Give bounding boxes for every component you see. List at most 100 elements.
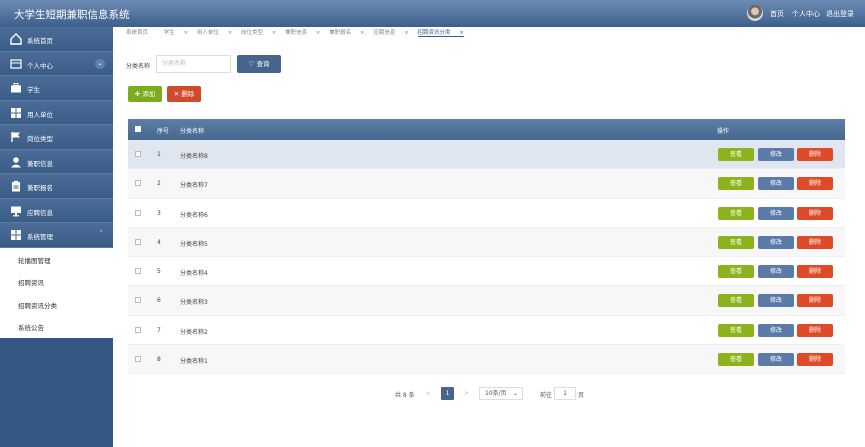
sidebar-subitem-carousel[interactable]: 轮播图管理 — [0, 247, 113, 270]
view-button[interactable]: 查看 — [718, 353, 754, 367]
sidebar-item-signup[interactable]: 兼职报名 — [0, 174, 113, 199]
row-index: 1 — [157, 151, 161, 158]
row-name: 分类名称1 — [180, 358, 208, 366]
table-row[interactable]: 1 分类名称8 查看 修改 删除 — [128, 140, 845, 170]
row-delete-button[interactable]: 删除 — [797, 323, 833, 337]
edit-button[interactable]: 修改 — [758, 148, 794, 161]
table-row[interactable]: 4 分类名称5 查看 修改 删除 — [128, 227, 845, 258]
row-delete-button[interactable]: 删除 — [797, 294, 833, 308]
chevron-up-icon[interactable]: ˆ — [100, 230, 104, 238]
tab-signup[interactable]: 兼职报名 × — [329, 30, 364, 36]
view-button[interactable]: 查看 — [718, 235, 754, 249]
page-size-value: 10条/页 — [485, 390, 507, 397]
search-label: 分类名称 — [126, 63, 151, 70]
edit-button[interactable]: 修改 — [758, 294, 794, 308]
pager-current-page[interactable]: 1 — [441, 387, 454, 400]
row-checkbox[interactable] — [135, 209, 141, 216]
row-checkbox[interactable] — [135, 180, 141, 187]
tab-student[interactable]: 学生 × — [164, 30, 188, 36]
add-button[interactable]: ✚ 添加 — [128, 86, 162, 102]
nav-profile-link[interactable]: 个人中心 — [792, 9, 820, 19]
edit-button[interactable]: 修改 — [758, 265, 794, 279]
header-index: 序号 — [157, 128, 170, 135]
sidebar-item-label: 学生 — [27, 86, 40, 94]
view-button[interactable]: 查看 — [718, 265, 754, 279]
table-row[interactable]: 6 分类名称3 查看 修改 删除 — [128, 286, 845, 316]
table-row[interactable]: 7 分类名称2 查看 修改 删除 — [128, 316, 845, 346]
row-delete-button[interactable]: 删除 — [797, 206, 833, 220]
tab-employer[interactable]: 用人单位 × — [197, 30, 232, 36]
pager-goto-label: 前往 — [540, 392, 553, 399]
page-size-select[interactable]: 10条/页 ⌄ — [479, 387, 523, 400]
sidebar-subitem-news[interactable]: 招聘资讯 — [0, 270, 113, 293]
tab-job-type[interactable]: 岗位类型 × — [241, 30, 276, 36]
table-row[interactable]: 5 分类名称4 查看 修改 删除 — [128, 257, 845, 287]
sidebar-subitem-label: 轮播图管理 — [18, 256, 51, 265]
edit-button[interactable]: 修改 — [758, 323, 794, 337]
row-checkbox[interactable] — [135, 326, 141, 333]
select-all-checkbox[interactable] — [135, 126, 141, 132]
tab-label: 系统首页 — [126, 30, 149, 36]
pager-goto-input[interactable]: 1 — [554, 387, 576, 400]
sidebar-item-job-type[interactable]: 岗位类型 — [0, 125, 113, 150]
row-delete-button[interactable]: 删除 — [797, 177, 833, 191]
row-delete-button[interactable]: 删除 — [797, 148, 833, 161]
row-name: 分类名称2 — [180, 328, 208, 336]
view-button[interactable]: 查看 — [718, 294, 754, 308]
row-checkbox[interactable] — [135, 268, 141, 275]
nav-logout-link[interactable]: 退出登录 — [826, 9, 854, 19]
sidebar-item-student[interactable]: 学生 — [0, 76, 113, 101]
data-table: 序号 分类名称 操作 1 分类名称8 查看 修改 删除 2 分类名称7 查看 修改 删除 3 分类名称… — [128, 119, 845, 375]
search-button[interactable]: ♡ 查询 — [237, 55, 281, 73]
tab-news-category[interactable]: 招聘资讯分类 × — [417, 30, 464, 37]
view-button[interactable]: 查看 — [718, 206, 754, 220]
row-name: 分类名称6 — [180, 211, 208, 219]
sidebar-item-employer[interactable]: 用人单位 — [0, 100, 113, 125]
edit-button[interactable]: 修改 — [758, 177, 794, 191]
edit-button[interactable]: 修改 — [758, 235, 794, 249]
pager-prev[interactable]: < — [426, 390, 431, 397]
pager-next[interactable]: > — [464, 390, 469, 397]
search-input[interactable] — [156, 55, 231, 73]
sidebar-subitem-news-category[interactable]: 招聘资讯分类 — [0, 292, 113, 315]
edit-button[interactable]: 修改 — [758, 206, 794, 220]
edit-button[interactable]: 修改 — [758, 353, 794, 367]
table-row[interactable]: 3 分类名称6 查看 修改 删除 — [128, 199, 845, 228]
row-checkbox[interactable] — [135, 151, 141, 157]
table-row[interactable]: 2 分类名称7 查看 修改 删除 — [128, 169, 845, 199]
sidebar-item-label: 系统管理 — [27, 233, 53, 241]
tab-part-time[interactable]: 兼职信息 × — [285, 30, 320, 36]
sidebar-item-part-time[interactable]: 兼职信息 — [0, 149, 113, 174]
plus-icon: ✚ — [134, 90, 141, 98]
tab-label: 兼职报名 — [329, 30, 352, 36]
sidebar-item-application[interactable]: 应聘信息 — [0, 198, 113, 223]
search-button-label: 查询 — [256, 60, 270, 68]
row-delete-button[interactable]: 删除 — [797, 353, 833, 367]
chevron-down-icon[interactable]: ⌄ — [95, 58, 105, 69]
tab-application[interactable]: 应聘信息 × — [373, 30, 408, 36]
avatar[interactable] — [747, 5, 763, 21]
row-checkbox[interactable] — [135, 297, 141, 304]
row-index: 3 — [157, 209, 161, 217]
sidebar-item-system[interactable]: 系统管理 ˆ — [0, 223, 113, 248]
row-checkbox[interactable] — [135, 238, 141, 245]
sidebar-subitem-notice[interactable]: 系统公告 — [0, 315, 113, 338]
view-button[interactable]: 查看 — [718, 148, 754, 161]
table-row[interactable]: 8 分类名称1 查看 修改 删除 — [128, 345, 845, 375]
row-name: 分类名称4 — [180, 270, 208, 278]
add-button-label: 添加 — [142, 90, 156, 98]
view-button[interactable]: 查看 — [718, 177, 754, 191]
view-button[interactable]: 查看 — [718, 323, 754, 337]
delete-button[interactable]: ✕ 删除 — [167, 86, 201, 102]
row-delete-button[interactable]: 删除 — [797, 265, 833, 279]
nav-home-link[interactable]: 首页 — [770, 9, 784, 19]
sidebar-item-profile[interactable]: 个人中心 ⌄ — [0, 51, 113, 76]
sidebar-item-label: 岗位类型 — [27, 135, 53, 143]
briefcase-icon — [11, 83, 21, 93]
tab-home[interactable]: 系统首页 — [126, 30, 155, 36]
row-checkbox[interactable] — [135, 356, 141, 363]
header-ops: 操作 — [717, 128, 730, 135]
row-delete-button[interactable]: 删除 — [797, 235, 833, 249]
sidebar-item-home[interactable]: 系统首页 — [0, 27, 113, 52]
sidebar: 系统首页 个人中心 ⌄ 学生 用人单位 岗位类型 兼职信息 兼职报名 应聘信息 … — [0, 27, 113, 447]
